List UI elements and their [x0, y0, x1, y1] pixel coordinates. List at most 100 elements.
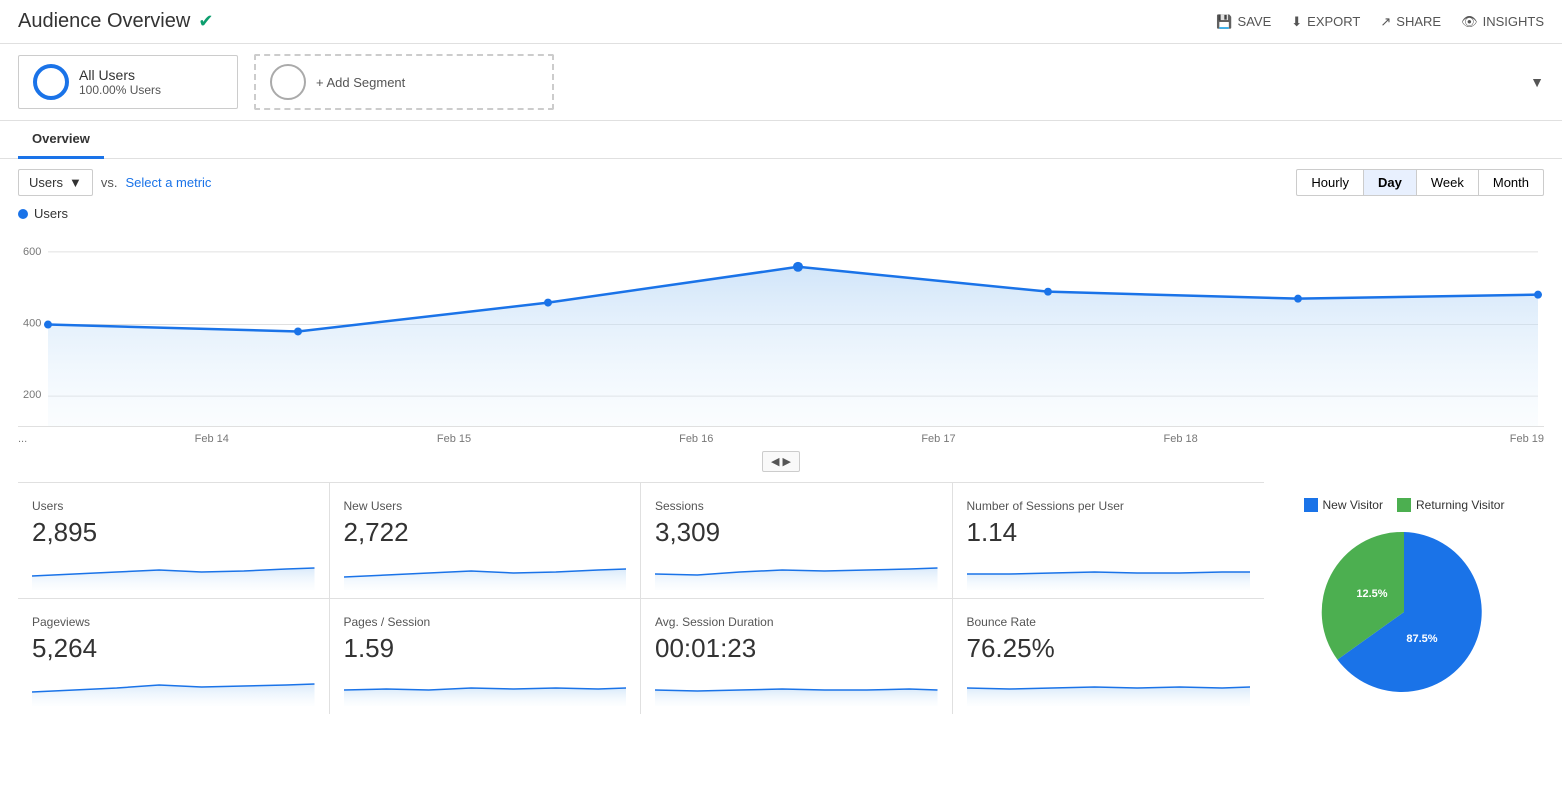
metric-sessions-label: Sessions [655, 499, 938, 513]
tab-bar: Overview [0, 121, 1562, 159]
add-segment-circle [270, 64, 306, 100]
returning-visitor-color [1397, 498, 1411, 512]
metric-users-sparkline [32, 554, 315, 590]
x-label-0: ... [18, 433, 91, 445]
add-segment-label: + Add Segment [316, 75, 405, 90]
x-label-3: Feb 16 [575, 433, 817, 445]
metric-bounce-rate-sparkline [967, 670, 1251, 706]
export-icon: ⬇ [1291, 14, 1302, 30]
metric-pageviews: Pageviews 5,264 [18, 599, 330, 714]
verified-icon: ✔ [198, 11, 213, 32]
metric-sessions-per-user-label: Number of Sessions per User [967, 499, 1251, 513]
segments-bar: All Users 100.00% Users + Add Segment ▼ [0, 44, 1562, 121]
pie-legend-returning-visitor: Returning Visitor [1397, 498, 1505, 512]
svg-text:12.5%: 12.5% [1356, 588, 1387, 600]
new-visitor-label: New Visitor [1323, 498, 1383, 512]
all-users-circle [33, 64, 69, 100]
metric-pageviews-label: Pageviews [32, 615, 315, 629]
metric-bounce-rate-label: Bounce Rate [967, 615, 1251, 629]
top-bar: Audience Overview ✔ 💾 SAVE ⬇ EXPORT ↗ SH… [0, 0, 1562, 44]
page-title-text: Audience Overview [18, 10, 190, 33]
time-btn-hourly[interactable]: Hourly [1296, 169, 1364, 196]
export-button[interactable]: ⬇ EXPORT [1291, 14, 1360, 30]
time-btn-month[interactable]: Month [1478, 169, 1544, 196]
all-users-info: All Users 100.00% Users [79, 67, 161, 97]
add-segment-button[interactable]: + Add Segment [254, 54, 554, 110]
save-icon: 💾 [1216, 14, 1232, 30]
metric-bounce-rate: Bounce Rate 76.25% [953, 599, 1265, 714]
metrics-row-1: Users 2,895 New Users 2,722 [18, 482, 1264, 714]
pie-legend: New Visitor Returning Visitor [1304, 498, 1505, 512]
metric-dropdown[interactable]: Users ▼ [18, 169, 93, 196]
time-btn-day[interactable]: Day [1363, 169, 1417, 196]
svg-text:87.5%: 87.5% [1406, 633, 1437, 645]
vs-label: vs. [101, 175, 118, 190]
metric-users-value: 2,895 [32, 517, 315, 548]
metric-pages-session-sparkline [344, 670, 627, 706]
metric-pageviews-sparkline [32, 670, 315, 706]
x-axis-labels: ... Feb 14 Feb 15 Feb 16 Feb 17 Feb 18 F… [18, 427, 1544, 449]
metric-new-users-value: 2,722 [344, 517, 627, 548]
x-label-2: Feb 15 [333, 433, 575, 445]
metric-sessions-value: 3,309 [655, 517, 938, 548]
metric-pages-session-value: 1.59 [344, 633, 627, 664]
metrics-grid: Users 2,895 New Users 2,722 [18, 482, 1264, 718]
insights-icon: 👁 [1461, 14, 1478, 30]
returning-visitor-label: Returning Visitor [1416, 498, 1505, 512]
chart-legend: Users [18, 206, 1544, 221]
pie-legend-new-visitor: New Visitor [1304, 498, 1383, 512]
pie-section: New Visitor Returning Visitor 87.5% 12.5… [1264, 482, 1544, 718]
time-buttons: Hourly Day Week Month [1297, 169, 1544, 196]
chart-controls: Users ▼ vs. Select a metric Hourly Day W… [0, 159, 1562, 206]
metric-bounce-rate-value: 76.25% [967, 633, 1251, 664]
insights-button[interactable]: 👁 INSIGHTS [1461, 14, 1544, 30]
metric-pages-session: Pages / Session 1.59 [330, 599, 642, 714]
select-metric-link[interactable]: Select a metric [125, 175, 211, 190]
pie-chart: 87.5% 12.5% [1314, 522, 1494, 702]
legend-dot-users [18, 209, 28, 219]
svg-text:200: 200 [23, 389, 41, 401]
metric-avg-session-label: Avg. Session Duration [655, 615, 938, 629]
all-users-segment[interactable]: All Users 100.00% Users [18, 55, 238, 109]
x-label-1: Feb 14 [91, 433, 333, 445]
svg-text:600: 600 [23, 246, 41, 258]
tab-overview[interactable]: Overview [18, 121, 104, 159]
svg-text:400: 400 [23, 318, 41, 330]
x-label-5: Feb 18 [1060, 433, 1302, 445]
range-bar[interactable]: ◀ ▶ [762, 451, 800, 472]
metric-users-label: Users [32, 499, 315, 513]
pie-svg: 87.5% 12.5% [1314, 522, 1494, 702]
metric-avg-session: Avg. Session Duration 00:01:23 [641, 599, 953, 714]
metric-sessions-sparkline [655, 554, 938, 590]
metric-sessions-per-user-sparkline [967, 554, 1251, 590]
chart-area: Users 600 400 200 [0, 206, 1562, 472]
bottom-section: Users 2,895 New Users 2,722 [0, 482, 1562, 718]
all-users-name: All Users [79, 67, 161, 83]
metric-dropdown-arrow: ▼ [69, 175, 82, 190]
time-btn-week[interactable]: Week [1416, 169, 1479, 196]
metric-pages-session-label: Pages / Session [344, 615, 627, 629]
save-button[interactable]: 💾 SAVE [1216, 14, 1271, 30]
segments-dropdown-arrow[interactable]: ▼ [1530, 74, 1544, 90]
new-visitor-color [1304, 498, 1318, 512]
range-bar-arrows: ◀ ▶ [771, 455, 791, 468]
metric-users: Users 2,895 [18, 483, 330, 599]
metric-selector: Users ▼ vs. Select a metric [18, 169, 211, 196]
x-label-4: Feb 17 [817, 433, 1059, 445]
top-bar-actions: 💾 SAVE ⬇ EXPORT ↗ SHARE 👁 INSIGHTS [1216, 14, 1544, 30]
chart-svg: 600 400 200 [18, 227, 1544, 426]
x-label-6: Feb 19 [1302, 433, 1544, 445]
share-icon: ↗ [1380, 14, 1391, 30]
metric-new-users-label: New Users [344, 499, 627, 513]
metric-sessions-per-user: Number of Sessions per User 1.14 [953, 483, 1265, 599]
legend-label-users: Users [34, 206, 68, 221]
metric-avg-session-sparkline [655, 670, 938, 706]
all-users-pct: 100.00% Users [79, 83, 161, 97]
metric-new-users: New Users 2,722 [330, 483, 642, 599]
range-bar-wrapper: ◀ ▶ [18, 451, 1544, 472]
share-button[interactable]: ↗ SHARE [1380, 14, 1441, 30]
metric-label: Users [29, 175, 63, 190]
metric-pageviews-value: 5,264 [32, 633, 315, 664]
metric-avg-session-value: 00:01:23 [655, 633, 938, 664]
metric-sessions: Sessions 3,309 [641, 483, 953, 599]
